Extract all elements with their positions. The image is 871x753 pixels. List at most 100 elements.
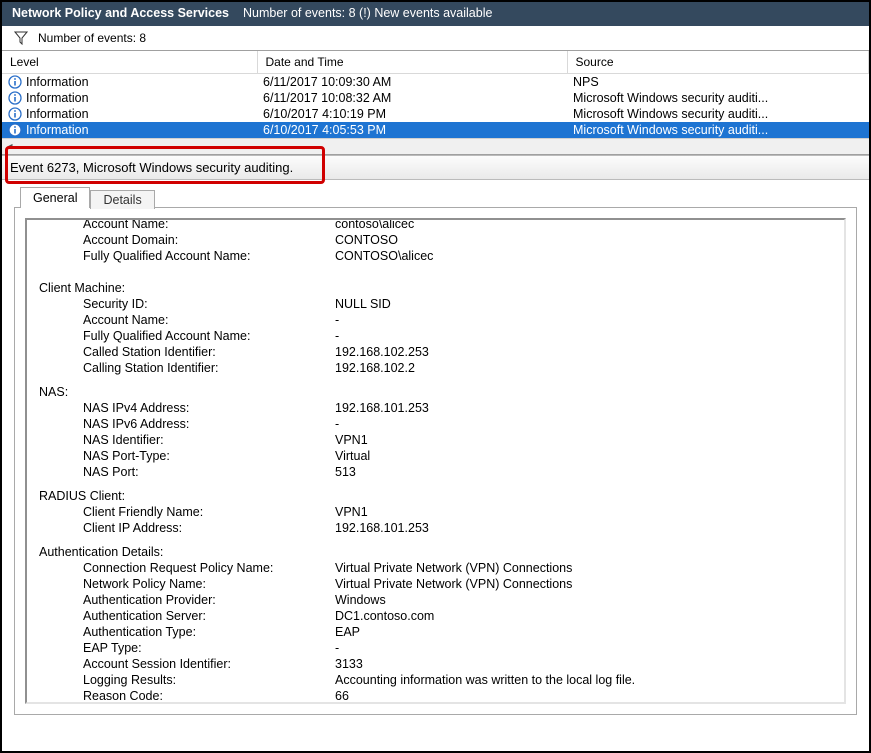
- event-title: Event 6273, Microsoft Windows security a…: [10, 160, 293, 175]
- detail-label: Authentication Provider:: [35, 592, 335, 608]
- detail-row: Account Domain:CONTOSO: [35, 232, 836, 248]
- detail-value: 192.168.102.2: [335, 360, 836, 376]
- detail-row: Client Friendly Name:VPN1: [35, 504, 836, 520]
- detail-value: CONTOSO\alicec: [335, 248, 836, 264]
- detail-row: NAS IPv6 Address:-: [35, 416, 836, 432]
- detail-label: Logging Results:: [35, 672, 335, 688]
- detail-label: Authentication Server:: [35, 608, 335, 624]
- detail-value: DC1.contoso.com: [335, 608, 836, 624]
- datetime-cell: 6/10/2017 4:05:53 PM: [257, 122, 567, 138]
- scroll-track[interactable]: [18, 140, 869, 154]
- level-text: Information: [26, 107, 89, 121]
- detail-row: NAS Port:513: [35, 464, 836, 480]
- detail-row: NAS IPv4 Address:192.168.101.253: [35, 400, 836, 416]
- detail-label: Account Name:: [35, 312, 335, 328]
- detail-value: Virtual: [335, 448, 836, 464]
- detail-row: Authentication Provider:Windows: [35, 592, 836, 608]
- detail-label: NAS Port-Type:: [35, 448, 335, 464]
- datetime-cell: 6/11/2017 10:09:30 AM: [257, 74, 567, 91]
- detail-label: Client IP Address:: [35, 520, 335, 536]
- detail-row: Account Name:contoso\alicec: [35, 218, 836, 232]
- filter-bar: Number of events: 8: [2, 26, 869, 51]
- col-source[interactable]: Source: [567, 51, 869, 74]
- detail-value: 192.168.102.253: [335, 344, 836, 360]
- detail-value: VPN1: [335, 504, 836, 520]
- detail-label: Authentication Type:: [35, 624, 335, 640]
- detail-row: Account Name:-: [35, 312, 836, 328]
- detail-value: Accounting information was written to th…: [335, 672, 836, 688]
- events-grid: Level Date and Time Source Information6/…: [2, 51, 869, 155]
- detail-section-title: RADIUS Client:: [35, 488, 836, 504]
- detail-row: Fully Qualified Account Name:-: [35, 328, 836, 344]
- detail-section-title: Client Machine:: [35, 280, 836, 296]
- detail-label: Calling Station Identifier:: [35, 360, 335, 376]
- detail-value: Windows: [335, 592, 836, 608]
- detail-label: Account Name:: [35, 218, 335, 232]
- datetime-cell: 6/11/2017 10:08:32 AM: [257, 90, 567, 106]
- tab-strip: General Details: [2, 180, 869, 207]
- detail-value: Virtual Private Network (VPN) Connection…: [335, 560, 836, 576]
- filter-count-label: Number of events: 8: [38, 31, 146, 45]
- detail-row: EAP Type:-: [35, 640, 836, 656]
- source-cell: Microsoft Windows security auditi...: [567, 122, 869, 138]
- tab-details[interactable]: Details: [90, 190, 154, 209]
- detail-label: Fully Qualified Account Name:: [35, 328, 335, 344]
- app-title: Network Policy and Access Services: [12, 6, 229, 20]
- detail-row: NAS Identifier:VPN1: [35, 432, 836, 448]
- detail-label: NAS Port:: [35, 464, 335, 480]
- detail-label: NAS Identifier:: [35, 432, 335, 448]
- detail-row: Client IP Address:192.168.101.253: [35, 520, 836, 536]
- source-cell: NPS: [567, 74, 869, 91]
- detail-row: Connection Request Policy Name:Virtual P…: [35, 560, 836, 576]
- information-icon: [8, 75, 22, 89]
- detail-row: Network Policy Name:Virtual Private Netw…: [35, 576, 836, 592]
- filter-icon[interactable]: [14, 31, 28, 45]
- detail-label: Client Friendly Name:: [35, 504, 335, 520]
- table-row[interactable]: Information6/10/2017 4:05:53 PMMicrosoft…: [2, 122, 869, 138]
- information-icon: [8, 91, 22, 105]
- scroll-left-arrow[interactable]: ◂: [2, 140, 18, 154]
- table-row[interactable]: Information 6/11/2017 10:09:30 AMNPS: [2, 74, 869, 91]
- detail-row: NAS Port-Type:Virtual: [35, 448, 836, 464]
- detail-label: Fully Qualified Account Name:: [35, 248, 335, 264]
- col-level[interactable]: Level: [2, 51, 257, 74]
- detail-value: 513: [335, 464, 836, 480]
- tab-general[interactable]: General: [20, 187, 90, 208]
- datetime-cell: 6/10/2017 4:10:19 PM: [257, 106, 567, 122]
- level-text: Information: [26, 75, 89, 89]
- detail-value: VPN1: [335, 432, 836, 448]
- detail-row: Fully Qualified Account Name:CONTOSO\ali…: [35, 248, 836, 264]
- detail-section-title: NAS:: [35, 384, 836, 400]
- events-table[interactable]: Level Date and Time Source Information6/…: [2, 51, 869, 138]
- detail-label: NAS IPv6 Address:: [35, 416, 335, 432]
- detail-value: -: [335, 416, 836, 432]
- source-cell: Microsoft Windows security auditi...: [567, 90, 869, 106]
- detail-row: Authentication Type:EAP: [35, 624, 836, 640]
- detail-value: 192.168.101.253: [335, 400, 836, 416]
- detail-value: EAP: [335, 624, 836, 640]
- information-icon: [8, 107, 22, 121]
- detail-value: -: [335, 640, 836, 656]
- detail-row: Calling Station Identifier:192.168.102.2: [35, 360, 836, 376]
- detail-label: NAS IPv4 Address:: [35, 400, 335, 416]
- detail-label: Account Session Identifier:: [35, 656, 335, 672]
- detail-label: EAP Type:: [35, 640, 335, 656]
- col-datetime[interactable]: Date and Time: [257, 51, 567, 74]
- detail-row: Authentication Server:DC1.contoso.com: [35, 608, 836, 624]
- detail-value: contoso\alicec: [335, 218, 836, 232]
- detail-value: NULL SID: [335, 296, 836, 312]
- detail-value: 192.168.101.253: [335, 520, 836, 536]
- detail-label: Connection Request Policy Name:: [35, 560, 335, 576]
- title-bar: Network Policy and Access Services Numbe…: [2, 2, 869, 26]
- table-row[interactable]: Information6/11/2017 10:08:32 AMMicrosof…: [2, 90, 869, 106]
- information-icon: [8, 123, 22, 137]
- table-row[interactable]: Information6/10/2017 4:10:19 PMMicrosoft…: [2, 106, 869, 122]
- detail-label: Reason Code:: [35, 688, 335, 704]
- horizontal-scrollbar[interactable]: ◂: [2, 138, 869, 154]
- detail-value: -: [335, 312, 836, 328]
- detail-row: Reason Code:66: [35, 688, 836, 704]
- detail-label: Network Policy Name:: [35, 576, 335, 592]
- detail-value: 66: [335, 688, 836, 704]
- event-detail-pane[interactable]: Account Name:contoso\alicecAccount Domai…: [25, 218, 846, 704]
- table-header-row[interactable]: Level Date and Time Source: [2, 51, 869, 74]
